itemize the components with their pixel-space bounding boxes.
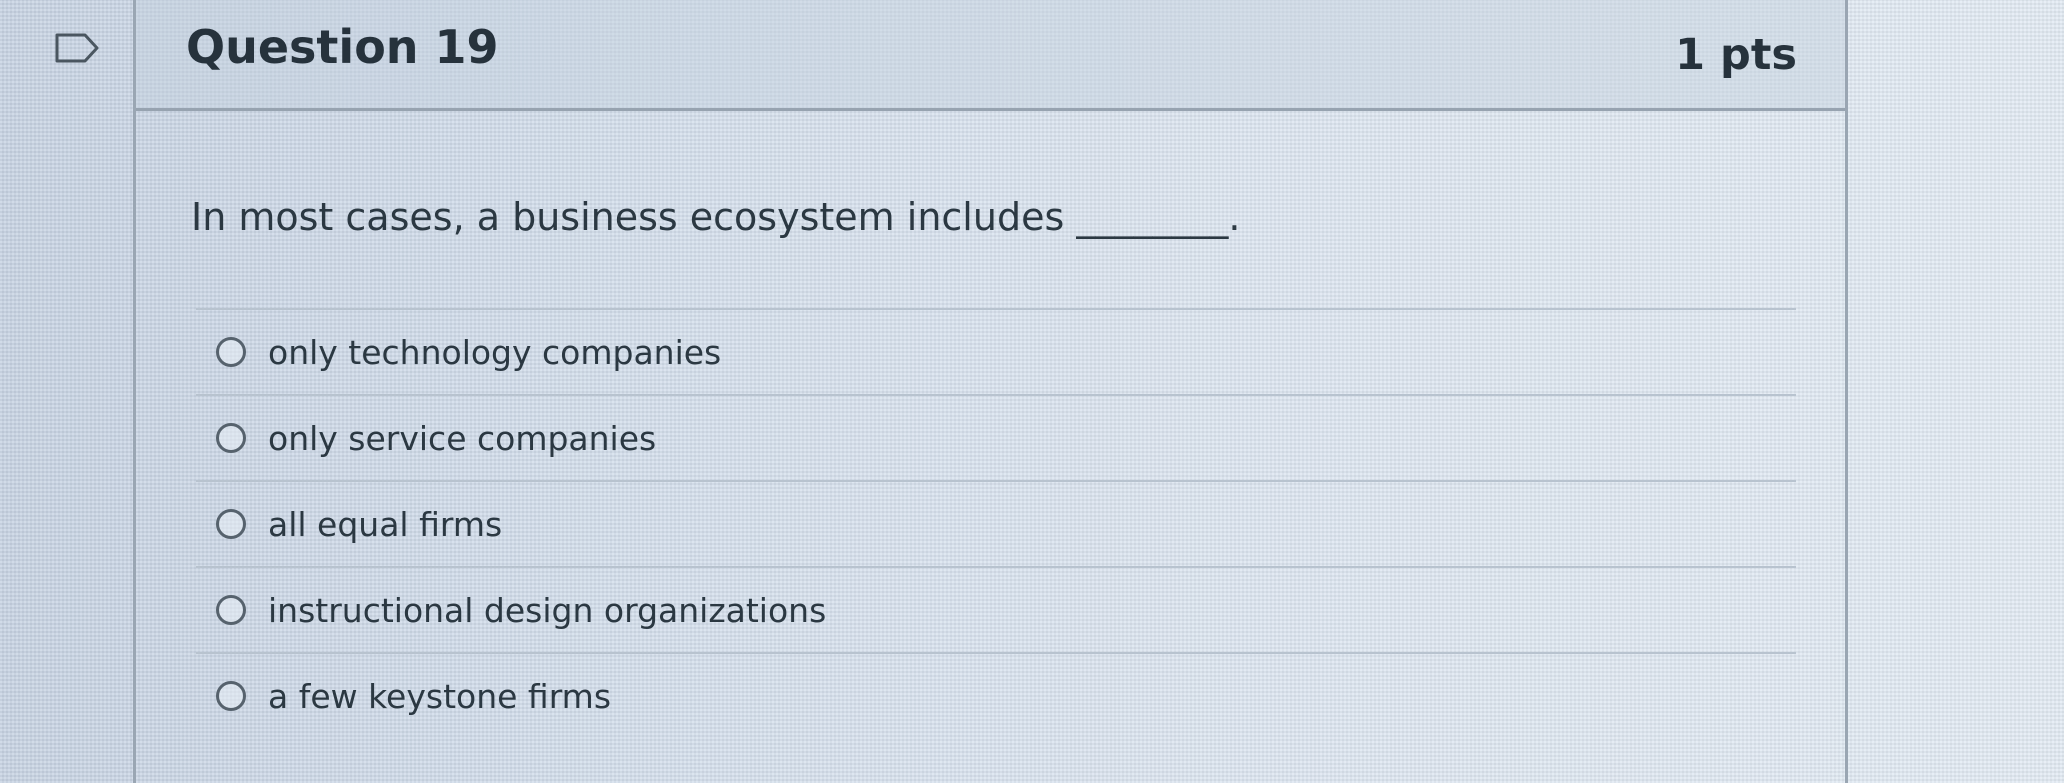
radio-button[interactable] bbox=[216, 337, 246, 367]
question-points: 1 pts bbox=[1675, 30, 1797, 80]
answer-label[interactable]: only technology companies bbox=[268, 333, 721, 372]
answer-option[interactable]: only technology companies bbox=[196, 308, 1796, 394]
answer-label[interactable]: all equal firms bbox=[268, 505, 502, 544]
answer-label[interactable]: a few keystone firms bbox=[268, 677, 611, 716]
question-header: Question 19 1 pts bbox=[136, 0, 1845, 111]
answer-option[interactable]: instructional design organizations bbox=[196, 566, 1796, 652]
answer-option[interactable]: all equal firms bbox=[196, 480, 1796, 566]
radio-button[interactable] bbox=[216, 681, 246, 711]
radio-button[interactable] bbox=[216, 423, 246, 453]
radio-button[interactable] bbox=[216, 509, 246, 539]
flag-question-icon[interactable] bbox=[55, 33, 99, 63]
question-card: Question 19 1 pts In most cases, a busin… bbox=[133, 0, 1848, 783]
question-title: Question 19 bbox=[186, 20, 499, 74]
answer-list: only technology companies only service c… bbox=[196, 308, 1796, 738]
question-text: In most cases, a business ecosystem incl… bbox=[191, 195, 1241, 239]
answer-label[interactable]: instructional design organizations bbox=[268, 591, 826, 630]
answer-option[interactable]: a few keystone firms bbox=[196, 652, 1796, 738]
answer-label[interactable]: only service companies bbox=[268, 419, 656, 458]
radio-button[interactable] bbox=[216, 595, 246, 625]
answer-option[interactable]: only service companies bbox=[196, 394, 1796, 480]
